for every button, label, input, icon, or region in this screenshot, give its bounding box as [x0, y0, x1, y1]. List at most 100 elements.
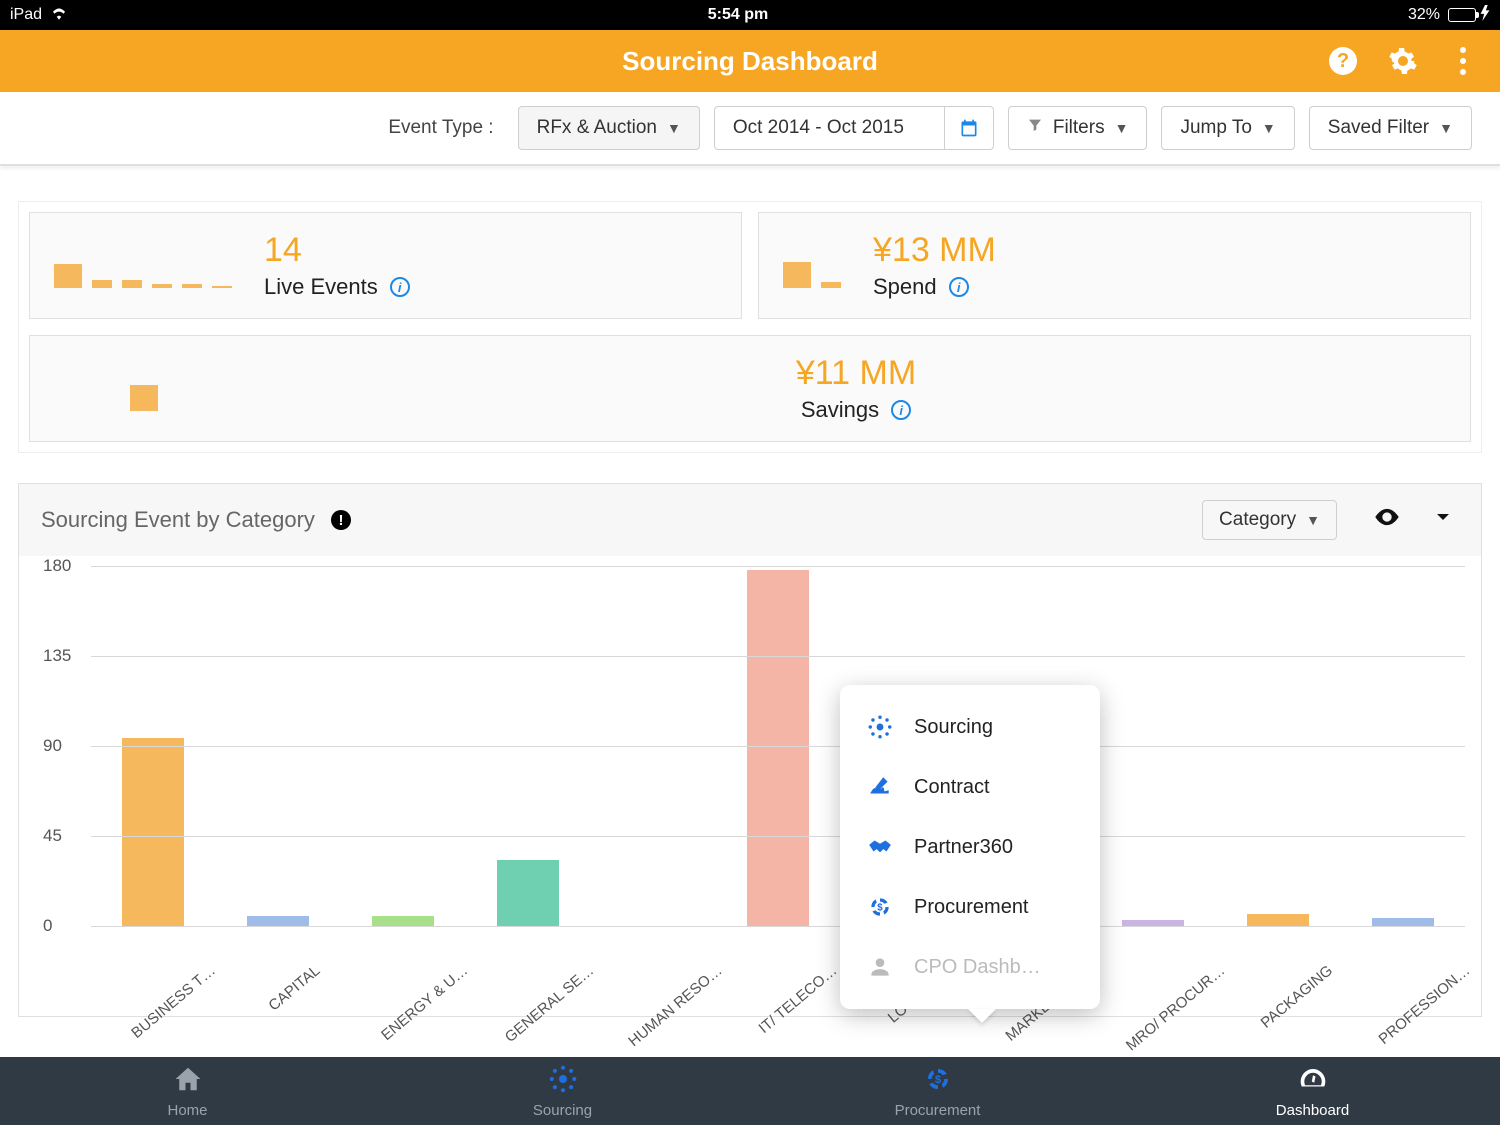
chart-bar[interactable]	[497, 860, 559, 926]
calendar-icon	[959, 118, 979, 138]
chart-groupby-dropdown[interactable]: Category ▼	[1202, 500, 1337, 540]
chevron-down-icon: ▼	[1439, 120, 1453, 136]
nav-label: Sourcing	[533, 1102, 592, 1119]
hub-icon	[548, 1064, 578, 1098]
clock: 5:54 pm	[708, 6, 768, 24]
cycle-icon: $	[923, 1064, 953, 1098]
kpi-spend-label: Spend	[873, 274, 937, 300]
filter-icon	[1027, 117, 1043, 139]
saved-filter-label: Saved Filter	[1328, 117, 1429, 139]
chart-panel: Sourcing Event by Category ! Category ▼ …	[18, 483, 1482, 1017]
sparkline-live-events	[54, 244, 232, 288]
popover-item-label: Sourcing	[914, 716, 993, 739]
nav-home[interactable]: Home	[0, 1057, 375, 1125]
help-button[interactable]: ?	[1328, 46, 1358, 76]
nav-procurement[interactable]: $ Procurement	[750, 1057, 1125, 1125]
dashboard-popover: Sourcing Contract Partner360 $ Procurement CP…	[840, 685, 1100, 1009]
gauge-icon	[1298, 1064, 1328, 1098]
nav-dashboard[interactable]: Dashboard	[1125, 1057, 1500, 1125]
x-tick: GENERAL SE…	[502, 962, 597, 1046]
kpi-live-events-value: 14	[264, 231, 717, 270]
chevron-down-icon: ▼	[1262, 120, 1276, 136]
nav-sourcing[interactable]: Sourcing	[375, 1057, 750, 1125]
chart-bar[interactable]	[122, 738, 184, 926]
alert-icon[interactable]: !	[331, 510, 351, 530]
app-header: Sourcing Dashboard ?	[0, 30, 1500, 92]
y-tick: 135	[43, 646, 71, 666]
svg-text:$: $	[877, 902, 883, 913]
jump-to-dropdown[interactable]: Jump To ▼	[1161, 106, 1294, 150]
popover-item-label: Partner360	[914, 836, 1013, 859]
chart-title: Sourcing Event by Category	[41, 507, 315, 533]
date-range-value: Oct 2014 - Oct 2015	[733, 117, 904, 139]
popover-item-sourcing[interactable]: Sourcing	[840, 697, 1100, 757]
chart-bar[interactable]	[372, 916, 434, 926]
event-type-value: RFx & Auction	[537, 117, 657, 139]
eye-icon	[1373, 503, 1401, 531]
battery-icon	[1448, 8, 1476, 22]
kpi-spend-value: ¥13 MM	[873, 231, 1446, 270]
x-tick: HUMAN RESO…	[625, 962, 725, 1050]
popover-item-contract[interactable]: Contract	[840, 757, 1100, 817]
chevron-down-icon: ▼	[1115, 120, 1129, 136]
x-tick: MRO/ PROCUR…	[1123, 962, 1228, 1054]
chart-bar[interactable]	[247, 916, 309, 926]
chevron-down-icon: ▼	[667, 120, 681, 136]
chart-bar[interactable]	[747, 570, 809, 926]
hub-icon	[866, 713, 894, 741]
chart-bar[interactable]	[1372, 918, 1434, 926]
nav-label: Procurement	[895, 1102, 981, 1119]
page-title: Sourcing Dashboard	[622, 46, 878, 77]
filters-label: Filters	[1053, 117, 1105, 139]
x-tick: ENERGY & U…	[378, 962, 471, 1044]
kpi-savings[interactable]: ¥11 MM Savings i	[29, 335, 1471, 442]
sparkline-savings	[54, 367, 234, 411]
kpi-container: 14 Live Events i ¥13 MM Spend i ¥11 MM	[18, 201, 1482, 453]
popover-item-cpo-dashb-: CPO Dashb…	[840, 937, 1100, 997]
kpi-live-events[interactable]: 14 Live Events i	[29, 212, 742, 319]
event-type-label: Event Type :	[388, 117, 493, 139]
popover-item-label: Procurement	[914, 896, 1029, 919]
info-icon[interactable]: i	[949, 277, 969, 297]
x-tick: IT/ TELECO…	[755, 962, 840, 1037]
y-tick: 0	[43, 916, 52, 936]
jumpto-label: Jump To	[1180, 117, 1251, 139]
calendar-button[interactable]	[944, 106, 994, 150]
y-tick: 180	[43, 556, 71, 576]
x-tick: BUSINESS T…	[129, 962, 220, 1042]
wifi-icon	[50, 6, 68, 25]
settings-button[interactable]	[1388, 46, 1418, 76]
more-vertical-icon	[1460, 47, 1466, 75]
kpi-spend[interactable]: ¥13 MM Spend i	[758, 212, 1471, 319]
popover-item-partner360[interactable]: Partner360	[840, 817, 1100, 877]
event-type-dropdown[interactable]: RFx & Auction ▼	[518, 106, 700, 150]
chart-bar[interactable]	[1247, 914, 1309, 926]
visibility-button[interactable]	[1373, 503, 1401, 537]
chart-x-axis: BUSINESS T…CAPITALENERGY & U…GENERAL SE……	[91, 926, 1465, 1016]
chart-plot-area: 04590135180	[91, 566, 1465, 926]
filters-dropdown[interactable]: Filters ▼	[1008, 106, 1148, 150]
popover-item-label: Contract	[914, 776, 990, 799]
kpi-savings-value: ¥11 MM	[266, 354, 1446, 393]
filter-toolbar: Event Type : RFx & Auction ▼ Oct 2014 - …	[0, 92, 1500, 166]
chart-groupby-value: Category	[1219, 509, 1296, 531]
info-icon[interactable]: i	[891, 400, 911, 420]
popover-item-procurement[interactable]: $ Procurement	[840, 877, 1100, 937]
nav-label: Dashboard	[1276, 1102, 1349, 1119]
collapse-button[interactable]	[1431, 505, 1455, 535]
charging-icon	[1480, 5, 1490, 26]
help-icon: ?	[1329, 47, 1357, 75]
cycle-icon: $	[866, 893, 894, 921]
sparkline-spend	[783, 244, 841, 288]
kpi-live-events-label: Live Events	[264, 274, 378, 300]
x-tick: PACKAGING	[1257, 962, 1335, 1032]
chevron-down-icon: ▼	[1306, 512, 1320, 528]
device-label: iPad	[10, 6, 42, 24]
y-tick: 90	[43, 736, 62, 756]
svg-text:$: $	[934, 1073, 941, 1085]
info-icon[interactable]: i	[390, 277, 410, 297]
date-range-picker[interactable]: Oct 2014 - Oct 2015	[714, 106, 944, 150]
overflow-button[interactable]	[1448, 46, 1478, 76]
saved-filter-dropdown[interactable]: Saved Filter ▼	[1309, 106, 1472, 150]
gear-icon	[1388, 46, 1418, 76]
